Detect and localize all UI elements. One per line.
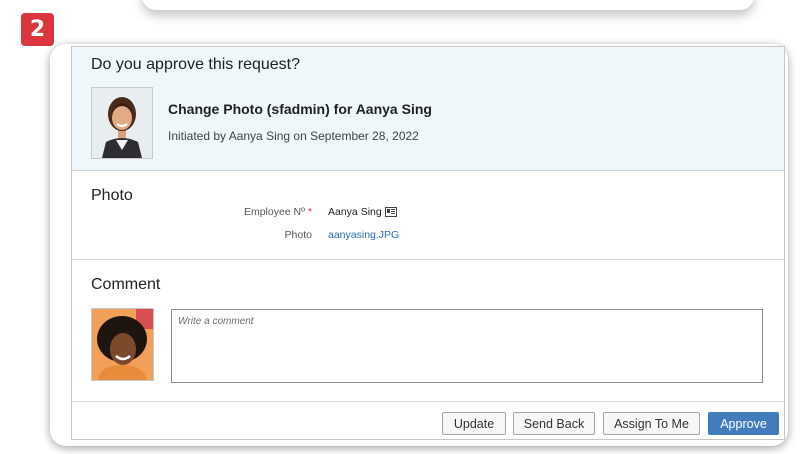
send-back-button[interactable]: Send Back <box>513 412 595 435</box>
commenter-avatar <box>91 308 154 381</box>
requester-avatar <box>91 87 153 159</box>
comment-input[interactable] <box>171 309 763 383</box>
photo-section: Photo Employee Nº * Aanya Sing Photo aan… <box>72 171 784 260</box>
photo-field-label: Photo <box>284 229 312 241</box>
approval-question: Do you approve this request? <box>91 56 301 73</box>
approval-panel: Do you approve this request? Change Phot… <box>71 46 785 440</box>
assign-to-me-button[interactable]: Assign To Me <box>603 412 700 435</box>
approval-card: Do you approve this request? Change Phot… <box>50 44 788 446</box>
employee-number-value: Aanya Sing <box>328 206 397 218</box>
employee-number-label: Employee Nº * <box>192 206 312 218</box>
request-title: Change Photo (sfadmin) for Aanya Sing <box>168 101 432 117</box>
required-marker: * <box>304 206 312 218</box>
comment-section-title: Comment <box>91 276 161 293</box>
action-footer: Update Send Back Assign To Me Approve <box>72 401 784 439</box>
approve-button[interactable]: Approve <box>708 412 779 435</box>
update-button[interactable]: Update <box>442 412 506 435</box>
employee-name-text: Aanya Sing <box>328 206 382 218</box>
previous-card-edge <box>142 0 754 10</box>
photo-file-link[interactable]: aanyasing.JPG <box>328 229 399 241</box>
photo-section-title: Photo <box>91 187 133 204</box>
comment-section: Comment <box>72 260 784 400</box>
employee-number-label-text: Employee Nº <box>243 206 305 218</box>
step-number-badge: 2 <box>21 13 54 46</box>
request-initiated-by: Initiated by Aanya Sing on September 28,… <box>168 129 419 143</box>
employee-card-icon[interactable] <box>384 207 397 218</box>
request-header: Do you approve this request? Change Phot… <box>72 47 784 171</box>
